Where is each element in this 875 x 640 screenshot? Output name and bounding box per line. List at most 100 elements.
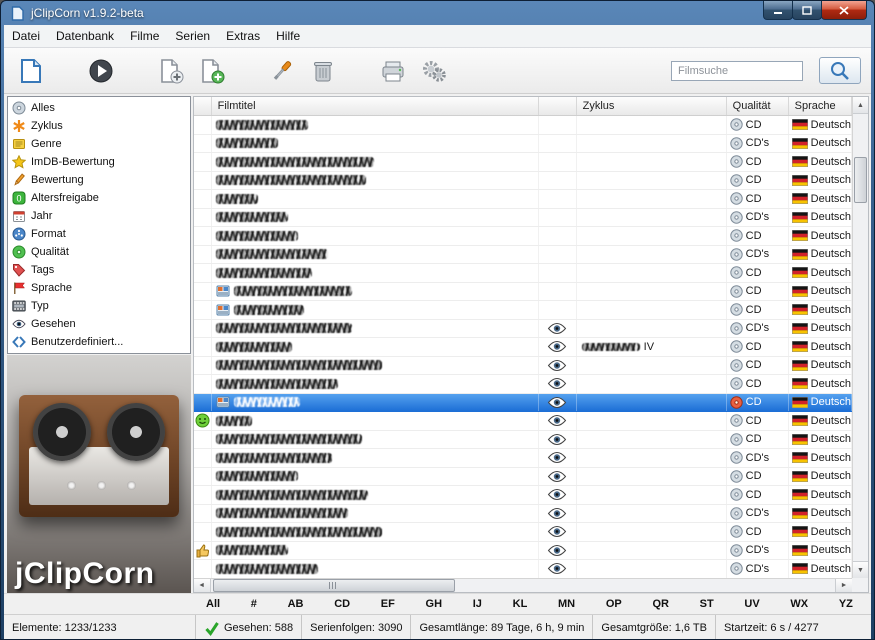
table-row[interactable]: CD'sDeutsch bbox=[194, 560, 852, 579]
table-row[interactable]: CDDeutsch bbox=[194, 431, 852, 450]
table-row[interactable]: CDDeutsch bbox=[194, 301, 852, 320]
alphabet-filter-ij[interactable]: IJ bbox=[471, 598, 484, 610]
sidebar-item-tags[interactable]: Tags bbox=[10, 261, 188, 279]
sidebar-item-qualit-t[interactable]: Qualität bbox=[10, 243, 188, 261]
sidebar-item-label: Genre bbox=[31, 138, 62, 150]
alphabet-filter-ab[interactable]: AB bbox=[286, 598, 306, 610]
new-database-button[interactable] bbox=[12, 52, 50, 90]
search-button[interactable] bbox=[819, 57, 861, 84]
table-row[interactable]: CDDeutsch bbox=[194, 486, 852, 505]
alphabet-filter-qr[interactable]: QR bbox=[650, 598, 671, 610]
table-row[interactable]: CDDeutsch bbox=[194, 523, 852, 542]
column-header-filmtitel[interactable]: Filmtitel bbox=[212, 97, 539, 115]
scroll-down-arrow[interactable]: ▼ bbox=[853, 561, 868, 578]
delete-button[interactable] bbox=[304, 52, 342, 90]
menu-item-serien[interactable]: Serien bbox=[167, 25, 218, 47]
menu-item-datei[interactable]: Datei bbox=[4, 25, 48, 47]
column-header-sprache[interactable]: Sprache bbox=[789, 97, 852, 115]
sidebar-item-benutzerdefiniert[interactable]: Benutzerdefiniert... bbox=[10, 333, 188, 351]
column-header-zyklus[interactable]: Zyklus bbox=[577, 97, 727, 115]
sidebar-item-bewertung[interactable]: Bewertung bbox=[10, 171, 188, 189]
sidebar-item-alles[interactable]: Alles bbox=[10, 99, 188, 117]
search-input[interactable] bbox=[671, 61, 803, 81]
column-header-seen[interactable] bbox=[539, 97, 577, 115]
table-row[interactable]: CD'sDeutsch bbox=[194, 209, 852, 228]
alphabet-filter-cd[interactable]: CD bbox=[332, 598, 352, 610]
sidebar-item-typ[interactable]: Typ bbox=[10, 297, 188, 315]
alphabet-filter-uv[interactable]: UV bbox=[742, 598, 761, 610]
export-button[interactable] bbox=[374, 52, 412, 90]
table-row[interactable]: CD'sDeutsch bbox=[194, 246, 852, 265]
sidebar-item-zyklus[interactable]: Zyklus bbox=[10, 117, 188, 135]
table-row[interactable]: CDDeutsch bbox=[194, 375, 852, 394]
scroll-left-arrow[interactable]: ◄ bbox=[194, 579, 211, 592]
table-row[interactable]: CDDeutsch bbox=[194, 468, 852, 487]
column-header[interactable] bbox=[194, 97, 212, 115]
table-row[interactable]: CDDeutsch bbox=[194, 116, 852, 135]
zyklus-cell bbox=[577, 135, 727, 153]
menu-item-filme[interactable]: Filme bbox=[122, 25, 167, 47]
sidebar-item-altersfreigabe[interactable]: 0Altersfreigabe bbox=[10, 189, 188, 207]
table-row[interactable]: CDDeutsch bbox=[194, 227, 852, 246]
vertical-scroll-thumb[interactable] bbox=[854, 157, 867, 203]
add-series-button[interactable] bbox=[193, 52, 231, 90]
sidebar-item-imdb-bewertung[interactable]: ImDB-Bewertung bbox=[10, 153, 188, 171]
table-row[interactable]: IVCDDeutsch bbox=[194, 338, 852, 357]
settings-button[interactable] bbox=[415, 52, 453, 90]
alphabet-filter-gh[interactable]: GH bbox=[424, 598, 445, 610]
table-row[interactable]: CDDeutsch bbox=[194, 357, 852, 376]
menu-item-extras[interactable]: Extras bbox=[218, 25, 268, 47]
table-row[interactable]: CD'sDeutsch bbox=[194, 542, 852, 561]
sidebar-item-jahr[interactable]: Jahr bbox=[10, 207, 188, 225]
add-movie-button[interactable] bbox=[152, 52, 190, 90]
sidebar-item-genre[interactable]: Genre bbox=[10, 135, 188, 153]
alphabet-filter-yz[interactable]: YZ bbox=[837, 598, 855, 610]
sidebar-item-sprache[interactable]: Sprache bbox=[10, 279, 188, 297]
vertical-scrollbar[interactable]: ▲ ▼ bbox=[852, 97, 868, 578]
viewed-cell bbox=[539, 505, 577, 523]
table-row[interactable]: CD'sDeutsch bbox=[194, 449, 852, 468]
scroll-up-arrow[interactable]: ▲ bbox=[853, 97, 868, 114]
alphabet-filter-mn[interactable]: MN bbox=[556, 598, 577, 610]
table-row[interactable]: CDDeutsch bbox=[194, 153, 852, 172]
german-flag-icon bbox=[792, 341, 808, 352]
table-row[interactable]: CD'sDeutsch bbox=[194, 320, 852, 339]
zyklus-cell bbox=[577, 116, 727, 134]
table-row[interactable]: CDDeutsch bbox=[194, 264, 852, 283]
menu-item-hilfe[interactable]: Hilfe bbox=[268, 25, 308, 47]
alphabet-filter-ef[interactable]: EF bbox=[379, 598, 397, 610]
table-row[interactable]: CDDeutsch bbox=[194, 190, 852, 209]
alphabet-filter-kl[interactable]: KL bbox=[511, 598, 530, 610]
alphabet-filter-all[interactable]: All bbox=[204, 598, 222, 610]
window-title: jClipCorn v1.9.2-beta bbox=[31, 6, 144, 20]
table-row[interactable]: CD'sDeutsch bbox=[194, 505, 852, 524]
sidebar-item-gesehen[interactable]: Gesehen bbox=[10, 315, 188, 333]
horizontal-scroll-thumb[interactable] bbox=[213, 579, 455, 592]
scroll-right-arrow[interactable]: ► bbox=[835, 579, 852, 592]
alphabet-filter-wx[interactable]: WX bbox=[788, 598, 810, 610]
maximize-button[interactable] bbox=[792, 1, 822, 20]
play-movie-button[interactable] bbox=[82, 52, 120, 90]
alphabet-filter-op[interactable]: OP bbox=[604, 598, 624, 610]
alphabet-filter-st[interactable]: ST bbox=[698, 598, 716, 610]
viewed-cell bbox=[539, 523, 577, 541]
screwdriver-icon bbox=[269, 58, 295, 84]
cd-icon bbox=[730, 414, 743, 427]
quality-label: CD bbox=[746, 396, 762, 408]
table-row[interactable]: CDDeutsch bbox=[194, 283, 852, 302]
german-flag-icon bbox=[792, 212, 808, 223]
column-header-qualitaet[interactable]: Qualität bbox=[727, 97, 789, 115]
tools-button[interactable] bbox=[263, 52, 301, 90]
minimize-button[interactable] bbox=[763, 1, 793, 20]
alphabet-filter-#[interactable]: # bbox=[249, 598, 259, 610]
close-button[interactable] bbox=[821, 1, 867, 20]
scroll-grip bbox=[329, 582, 338, 589]
titlebar[interactable]: jClipCorn v1.9.2-beta bbox=[4, 1, 871, 25]
table-row[interactable]: CD'sDeutsch bbox=[194, 135, 852, 154]
table-row[interactable]: CDDeutsch bbox=[194, 412, 852, 431]
horizontal-scrollbar[interactable]: ◄ ► bbox=[194, 578, 852, 592]
sidebar-item-format[interactable]: Format bbox=[10, 225, 188, 243]
table-row[interactable]: CDDeutsch bbox=[194, 172, 852, 191]
table-row[interactable]: CDDeutsch bbox=[194, 394, 852, 413]
menu-item-datenbank[interactable]: Datenbank bbox=[48, 25, 122, 47]
